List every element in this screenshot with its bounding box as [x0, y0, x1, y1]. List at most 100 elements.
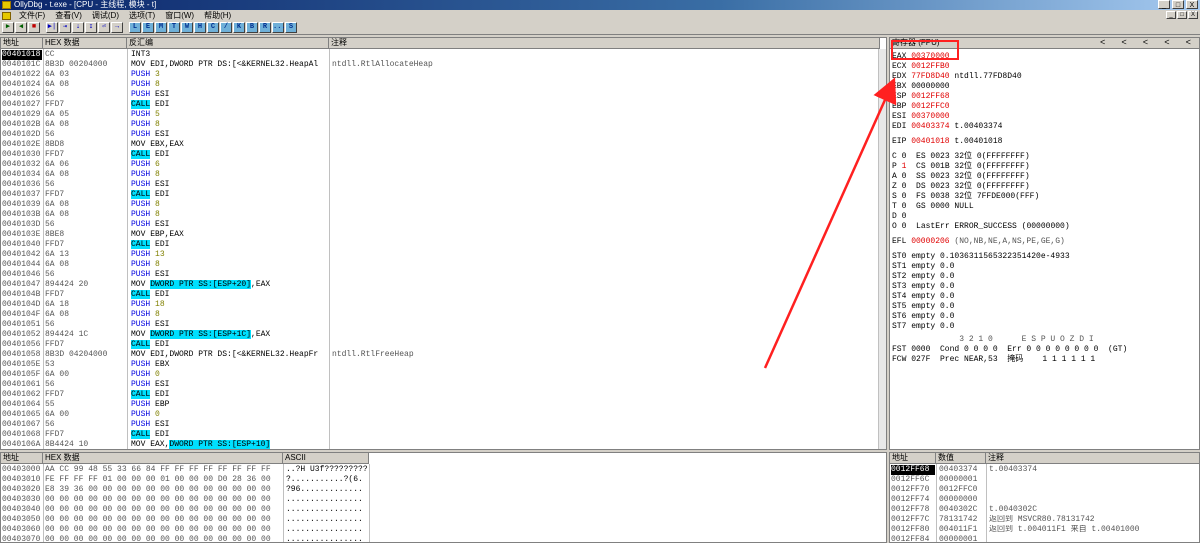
disasm-row[interactable]: 00401032 6A 06 PUSH 6: [1, 160, 880, 170]
nav-left-icon[interactable]: <: [1121, 38, 1126, 49]
step-over-icon[interactable]: ⇣: [72, 22, 84, 33]
column-header-value[interactable]: 数值: [936, 453, 986, 464]
call-stack-window-button[interactable]: K: [233, 22, 245, 33]
column-header-address[interactable]: 地址: [1, 453, 43, 464]
register-edx[interactable]: EDX 77FD8D40 ntdll.77FD8D40: [892, 72, 1022, 82]
menu-file[interactable]: 文件(F): [14, 10, 50, 21]
mdi-minimize-button[interactable]: _: [1166, 11, 1176, 19]
fpu-row[interactable]: ST2 empty 0.0: [892, 272, 954, 282]
register-ebp[interactable]: EBP 0012FFC0: [892, 102, 950, 112]
flag-row[interactable]: T 0 GS 0000 NULL: [892, 202, 974, 212]
disasm-row[interactable]: 00401056 FFD7 CALL EDI: [1, 340, 880, 350]
flag-row[interactable]: O 0 LastErr ERROR_SUCCESS (00000000): [892, 222, 1070, 232]
disasm-row[interactable]: 0040105F 6A 00 PUSH 0: [1, 370, 880, 380]
column-header-comment[interactable]: 注释: [329, 38, 880, 49]
flag-row[interactable]: A 0 SS 0023 32位 0(FFFFFFFF): [892, 172, 1030, 182]
dump-row[interactable]: 00403010 FE FF FF FF 01 00 00 00 01 00 00…: [1, 475, 880, 485]
mdi-child-icon[interactable]: [2, 11, 11, 20]
disasm-row[interactable]: 00401067 56 PUSH ESI: [1, 420, 880, 430]
disasm-row[interactable]: 00401030 FFD7 CALL EDI: [1, 150, 880, 160]
memory-window-button[interactable]: M: [155, 22, 167, 33]
handles-window-button[interactable]: H: [194, 22, 206, 33]
disasm-row[interactable]: 00401051 56 PUSH ESI: [1, 320, 880, 330]
disasm-row[interactable]: 00401026 56 PUSH ESI: [1, 90, 880, 100]
fcw-row[interactable]: FCW 027F Prec NEAR,53 掩码 1 1 1 1 1 1: [892, 355, 1095, 365]
stack-row[interactable]: 0012FF70 0012FFC0: [890, 485, 1199, 495]
memory-dump-panel[interactable]: 地址 HEX 数据 ASCII 00403000 AA CC 99 48 55 3…: [0, 452, 887, 543]
fst-row[interactable]: FST 0000 Cond 0 0 0 0 Err 0 0 0 0 0 0 0 …: [892, 345, 1127, 355]
disasm-row[interactable]: 0040102E 8BD8 MOV EBX,EAX: [1, 140, 880, 150]
disasm-row[interactable]: 0040102D 56 PUSH ESI: [1, 130, 880, 140]
register-esp[interactable]: ESP 0012FF68: [892, 92, 950, 102]
disasm-row[interactable]: 0040103E 8BE8 MOV EBP,EAX: [1, 230, 880, 240]
column-header-comment[interactable]: 注释: [986, 453, 1199, 464]
disasm-row[interactable]: 0040103D 56 PUSH ESI: [1, 220, 880, 230]
patches-window-button[interactable]: /: [220, 22, 232, 33]
source-window-button[interactable]: S: [285, 22, 297, 33]
disasm-row[interactable]: 00401047 894424 20 MOV DWORD PTR SS:[ESP+2…: [1, 280, 880, 290]
flag-row[interactable]: Z 0 DS 0023 32位 0(FFFFFFFF): [892, 182, 1030, 192]
back-icon[interactable]: ◀: [15, 22, 27, 33]
fpu-row[interactable]: ST0 empty 0.1036311565322351420e-4933: [892, 252, 1070, 262]
register-esi[interactable]: ESI 00370000: [892, 112, 950, 122]
vertical-scrollbar[interactable]: [878, 49, 886, 449]
register-efl[interactable]: EFL 00000206 (NO,NB,NE,A,NS,PE,GE,G): [892, 237, 1065, 247]
mdi-close-button[interactable]: X: [1188, 11, 1198, 19]
disasm-row[interactable]: 00401018 CC INT3: [1, 50, 880, 60]
disasm-row[interactable]: 00401062 FFD7 CALL EDI: [1, 390, 880, 400]
threads-window-button[interactable]: T: [168, 22, 180, 33]
fpu-header[interactable]: 3 2 1 0 E S P U O Z D I: [892, 335, 1093, 345]
menu-options[interactable]: 选项(T): [124, 10, 160, 21]
dump-row[interactable]: 00403040 00 00 00 00 00 00 00 00 00 00 00…: [1, 505, 880, 515]
flag-row[interactable]: D 0: [892, 212, 906, 222]
fpu-row[interactable]: ST4 empty 0.0: [892, 292, 954, 302]
references-window-button[interactable]: R: [259, 22, 271, 33]
disasm-row[interactable]: 00401064 55 PUSH EBP: [1, 400, 880, 410]
dump-row[interactable]: 00403030 00 00 00 00 00 00 00 00 00 00 00…: [1, 495, 880, 505]
fpu-row[interactable]: ST3 empty 0.0: [892, 282, 954, 292]
stack-row[interactable]: 0012FF6C 00000001: [890, 475, 1199, 485]
disasm-row[interactable]: 0040106A 8B4424 10 MOV EAX,DWORD PTR SS:[E…: [1, 440, 880, 449]
execute-till-return-icon[interactable]: ⏎: [98, 22, 110, 33]
column-header-address[interactable]: 地址: [890, 453, 936, 464]
disasm-row[interactable]: 00401039 6A 08 PUSH 8: [1, 200, 880, 210]
run-trace-window-button[interactable]: ...: [272, 22, 286, 33]
registers-panel[interactable]: 寄存器 (FPU) < < < < < EAX 00370000 ECX 0012…: [889, 37, 1200, 450]
disasm-row[interactable]: 00401034 6A 08 PUSH 8: [1, 170, 880, 180]
disasm-row[interactable]: 00401040 FFD7 CALL EDI: [1, 240, 880, 250]
register-ebx[interactable]: EBX 00000000: [892, 82, 950, 92]
disasm-row[interactable]: 00401042 6A 13 PUSH 13: [1, 250, 880, 260]
fpu-row[interactable]: ST6 empty 0.0: [892, 312, 954, 322]
disasm-row[interactable]: 00401029 6A 05 PUSH 5: [1, 110, 880, 120]
column-header-hex[interactable]: HEX 数据: [43, 453, 283, 464]
dump-row[interactable]: 00403060 00 00 00 00 00 00 00 00 00 00 00…: [1, 525, 880, 535]
stack-row[interactable]: 0012FF80 004011F1 返回到 t.004011F1 来自 t.0040…: [890, 525, 1199, 535]
disasm-row[interactable]: 00401036 56 PUSH ESI: [1, 180, 880, 190]
column-header-hex[interactable]: HEX 数据: [43, 38, 127, 49]
minimize-button[interactable]: _: [1158, 0, 1170, 9]
disasm-row[interactable]: 0040101C 8B3D 00204000 MOV EDI,DWORD PTR D…: [1, 60, 880, 70]
maximize-button[interactable]: □: [1172, 0, 1184, 9]
disasm-row[interactable]: 0040104D 6A 18 PUSH 18: [1, 300, 880, 310]
disasm-row[interactable]: 00401044 6A 08 PUSH 8: [1, 260, 880, 270]
disasm-row[interactable]: 00401046 56 PUSH ESI: [1, 270, 880, 280]
fpu-row[interactable]: ST7 empty 0.0: [892, 322, 954, 332]
menu-debug[interactable]: 调试(D): [87, 10, 124, 21]
stack-row[interactable]: 0012FF7C 78131742 返回到 MSVCR80.78131742: [890, 515, 1199, 525]
nav-left-icon[interactable]: <: [1143, 38, 1148, 49]
register-edi[interactable]: EDI 00403374 t.00403374: [892, 122, 1002, 132]
stack-row[interactable]: 0012FF78 0040302C t.0040302C: [890, 505, 1199, 515]
run-icon[interactable]: ▶: [2, 22, 14, 33]
breakpoints-window-button[interactable]: B: [246, 22, 258, 33]
disasm-row[interactable]: 00401061 56 PUSH ESI: [1, 380, 880, 390]
disasm-row[interactable]: 00401058 8B3D 04204000 MOV EDI,DWORD PTR D…: [1, 350, 880, 360]
nav-left-icon[interactable]: <: [1186, 38, 1191, 49]
menu-window[interactable]: 窗口(W): [160, 10, 199, 21]
disasm-row[interactable]: 0040104B FFD7 CALL EDI: [1, 290, 880, 300]
disasm-row[interactable]: 00401037 FFD7 CALL EDI: [1, 190, 880, 200]
disasm-row[interactable]: 00401022 6A 03 PUSH 3: [1, 70, 880, 80]
stack-row[interactable]: 0012FF68 00403374 t.00403374: [890, 465, 1199, 475]
flag-row[interactable]: P 1 CS 001B 32位 0(FFFFFFFF): [892, 162, 1030, 172]
flag-row[interactable]: C 0 ES 0023 32位 0(FFFFFFFF): [892, 152, 1030, 162]
stack-row[interactable]: 0012FF74 00000000: [890, 495, 1199, 505]
